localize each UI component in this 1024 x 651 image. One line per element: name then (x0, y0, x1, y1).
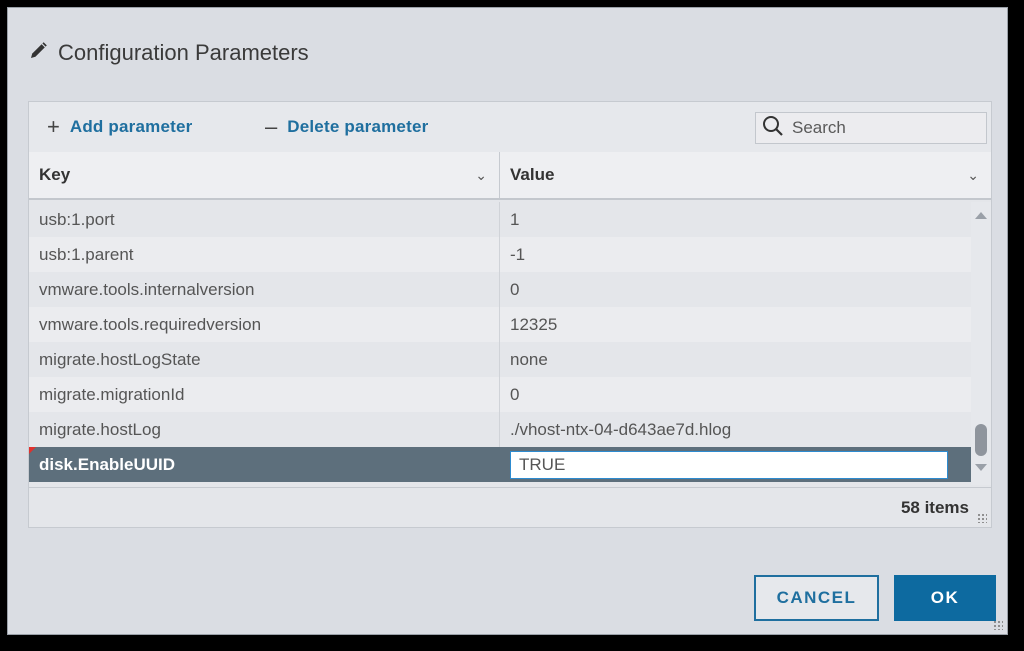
table-footer: 58 items (29, 487, 991, 527)
search-icon (762, 115, 790, 142)
search-input[interactable] (790, 117, 974, 139)
add-parameter-label: Add parameter (69, 117, 193, 136)
table-row[interactable]: usb:1.parent -1 (29, 237, 971, 272)
parameters-toolbar: + Add parameter – Delete parameter (29, 102, 991, 152)
add-parameter-button[interactable]: + Add parameter (47, 114, 192, 140)
configuration-parameters-dialog: Configuration Parameters + Add parameter… (7, 7, 1008, 635)
resize-grip-icon[interactable] (977, 513, 987, 523)
delete-parameter-button[interactable]: – Delete parameter (265, 114, 428, 140)
table-row[interactable]: vmware.tools.internalversion 0 (29, 272, 971, 307)
minus-icon: – (265, 114, 278, 139)
row-value: 0 (510, 279, 520, 299)
pencil-icon (28, 41, 58, 66)
dialog-resize-grip-icon[interactable] (993, 620, 1003, 630)
table-row[interactable]: vmware.tools.requiredversion 12325 (29, 307, 971, 342)
row-key: migrate.hostLog (29, 412, 500, 447)
row-value: 12325 (510, 314, 558, 334)
chevron-down-icon[interactable]: ⌄ (475, 167, 487, 184)
row-key: migrate.hostLogState (29, 342, 500, 377)
delete-parameter-label: Delete parameter (287, 117, 429, 136)
row-key: migrate.migrationId (29, 377, 500, 412)
row-value-input[interactable] (510, 450, 948, 479)
item-count: 58 items (900, 498, 969, 517)
row-key: usb:1.parent (29, 237, 500, 272)
table-row[interactable]: migrate.migrationId 0 (29, 377, 971, 412)
table-row[interactable]: usb:1.port 1 (29, 202, 971, 237)
column-header-value[interactable]: Value ⌄ (500, 152, 991, 198)
plus-icon: + (47, 114, 60, 139)
row-value: 1 (510, 209, 520, 229)
row-value: -1 (510, 244, 526, 264)
parameters-panel: + Add parameter – Delete parameter Key ⌄… (28, 101, 992, 528)
row-key: vmware.tools.requiredversion (29, 307, 500, 342)
chevron-down-icon[interactable]: ⌄ (967, 167, 979, 184)
table-header: Key ⌄ Value ⌄ (29, 152, 991, 200)
row-value: 0 (510, 384, 520, 404)
ok-button[interactable]: OK (894, 575, 996, 621)
table-row-selected[interactable]: disk.EnableUUID (29, 447, 971, 482)
column-header-key-label: Key (39, 165, 71, 184)
row-key: usb:1.port (29, 202, 500, 237)
table-row[interactable]: migrate.hostLog ./vhost-ntx-04-d643ae7d.… (29, 412, 971, 447)
column-header-value-label: Value (510, 165, 555, 184)
column-header-key[interactable]: Key ⌄ (29, 152, 500, 198)
dialog-header: Configuration Parameters (28, 38, 309, 68)
row-value: ./vhost-ntx-04-d643ae7d.hlog (510, 419, 732, 439)
scrollbar-thumb[interactable] (975, 424, 987, 456)
cancel-button[interactable]: CANCEL (754, 575, 879, 621)
scroll-down-icon[interactable] (975, 464, 987, 471)
row-key: disk.EnableUUID (29, 447, 500, 482)
search-box[interactable] (755, 112, 987, 144)
row-value: none (510, 349, 548, 369)
row-key: vmware.tools.internalversion (29, 272, 500, 307)
table-body: usb:1.port 1 usb:1.parent -1 vmware.tool… (29, 202, 971, 482)
modified-marker-icon (29, 447, 36, 454)
dialog-title: Configuration Parameters (58, 40, 309, 65)
table-scrollbar[interactable] (971, 202, 991, 485)
row-value-cell (500, 447, 971, 482)
table-row[interactable]: migrate.hostLogState none (29, 342, 971, 377)
scroll-up-icon[interactable] (975, 212, 987, 219)
